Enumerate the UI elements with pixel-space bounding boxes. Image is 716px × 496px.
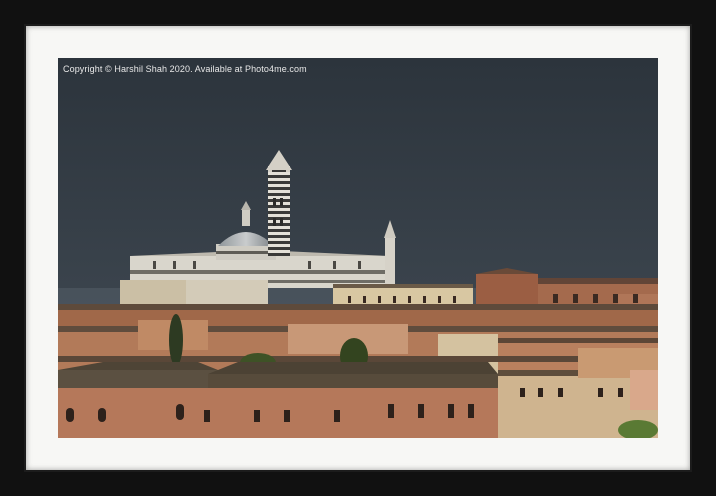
framed-photo: Copyright © Harshil Shah 2020. Available… xyxy=(58,58,658,438)
siena-skyline-illustration xyxy=(58,58,658,438)
picture-frame: Copyright © Harshil Shah 2020. Available… xyxy=(0,0,716,496)
foreground-buildings xyxy=(58,362,658,438)
photo-caption: Copyright © Harshil Shah 2020. Available… xyxy=(63,64,307,74)
